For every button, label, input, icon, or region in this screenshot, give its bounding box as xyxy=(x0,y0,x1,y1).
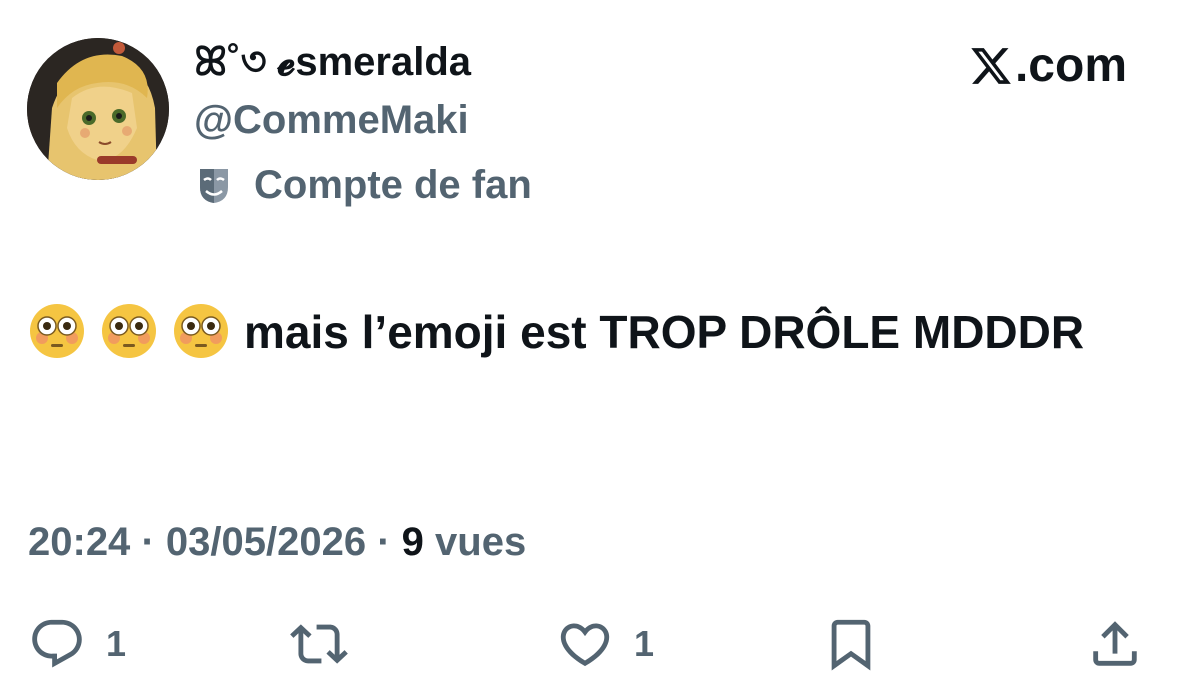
tweet-body: mais l’emoji est TROP DRÔLE MDDDR xyxy=(244,306,1085,358)
share-button[interactable] xyxy=(1086,612,1144,676)
views-label: vues xyxy=(435,520,527,564)
reply-button[interactable]: 1 xyxy=(28,612,126,676)
tweet-date[interactable]: 03/05/2026 xyxy=(166,520,366,564)
meta-separator: · xyxy=(377,520,391,564)
heart-icon xyxy=(560,623,610,667)
like-count: 1 xyxy=(634,623,655,664)
flushed-face-emoji xyxy=(174,304,228,358)
bookmark-button[interactable] xyxy=(822,612,880,676)
account-label: Compte de fan xyxy=(194,160,532,210)
share-icon xyxy=(1093,621,1137,666)
bookmark-icon xyxy=(831,619,871,671)
brand-suffix: .com xyxy=(1014,39,1127,92)
repost-button[interactable] xyxy=(290,612,368,676)
flushed-face-emoji xyxy=(102,304,156,358)
reply-icon xyxy=(32,619,82,668)
flushed-face-emoji xyxy=(30,304,84,358)
avatar[interactable] xyxy=(27,38,169,180)
reply-count: 1 xyxy=(106,623,127,664)
theater-mask-icon xyxy=(200,169,228,203)
action-bar: 1 1 xyxy=(0,612,1179,676)
repost-icon xyxy=(290,624,348,664)
like-button[interactable]: 1 xyxy=(556,612,654,676)
meta-separator: · xyxy=(141,520,155,564)
display-name[interactable]: ꕤ˚৩ 𝓮smeralda xyxy=(194,38,471,86)
x-logo-icon xyxy=(971,48,1011,84)
brand-watermark: .com xyxy=(969,40,1127,92)
tweet-meta: 20:24 · 03/05/2026 · 9 vues xyxy=(28,515,526,569)
tweet-text: mais l’emoji est TROP DRÔLE MDDDR xyxy=(28,296,1148,368)
user-handle[interactable]: @CommeMaki xyxy=(194,96,469,144)
tweet-time[interactable]: 20:24 xyxy=(28,520,130,564)
account-label-text: Compte de fan xyxy=(254,162,532,207)
views-count: 9 xyxy=(401,520,424,564)
